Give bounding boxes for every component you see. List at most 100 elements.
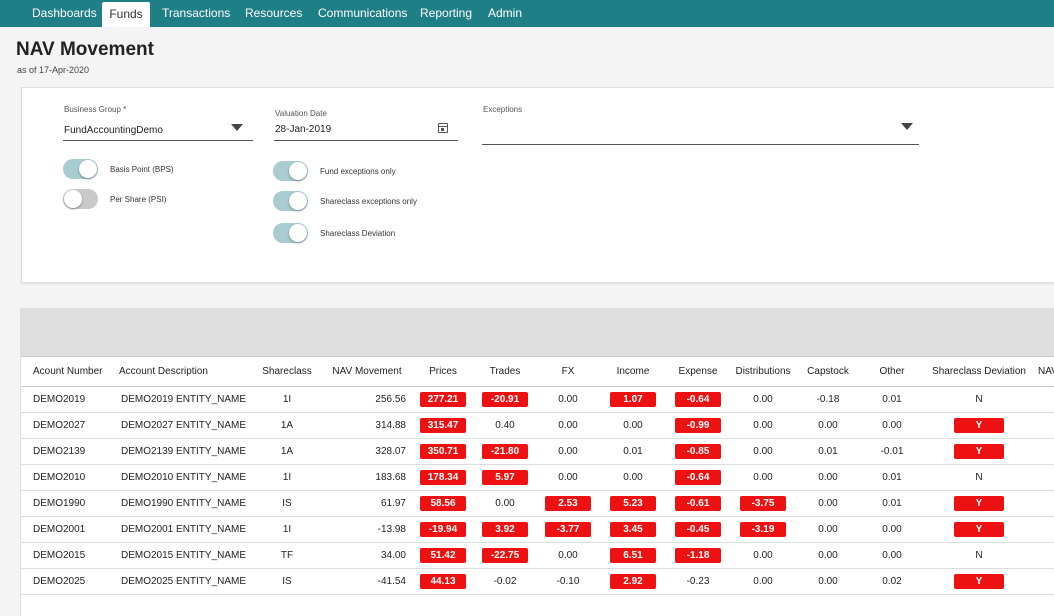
chevron-down-icon[interactable] <box>231 124 243 131</box>
tab-transactions[interactable]: Transactions <box>162 0 230 27</box>
income-cell: 0.00 <box>600 464 666 491</box>
tab-funds[interactable]: Funds <box>102 2 150 27</box>
shareclass-cell: 1A <box>252 412 322 439</box>
shareclass-exceptions-toggle[interactable] <box>273 191 308 211</box>
table-header-row: Acount Number Account Description Sharec… <box>21 356 1054 387</box>
fund-exceptions-toggle[interactable] <box>273 161 308 181</box>
other-cell: 0.01 <box>860 490 924 517</box>
exception-highlight: -0.61 <box>675 496 721 511</box>
tab-admin[interactable]: Admin <box>488 0 522 27</box>
exception-highlight: 2.92 <box>610 574 656 589</box>
capstock-cell: -0.18 <box>796 386 860 413</box>
capstock-cell: 0.00 <box>796 464 860 491</box>
toggle-knob <box>64 190 82 208</box>
nav-cell <box>1034 412 1054 439</box>
valuation-date-input[interactable]: 28-Jan-2019 <box>275 124 331 135</box>
col-header-expense[interactable]: Expense <box>666 356 730 387</box>
table-row[interactable]: DEMO2027 DEMO2027 ENTITY_NAME 1A 314.88 315.… <box>21 412 1054 439</box>
other-cell: 0.00 <box>860 516 924 543</box>
shareclass-deviation-cell: Y <box>924 412 1034 439</box>
prices-cell: 315.47 <box>412 412 474 439</box>
filter-panel: Business Group * FundAccountingDemo Valu… <box>21 87 1054 283</box>
exception-highlight: 178.34 <box>420 470 466 485</box>
bps-toggle[interactable] <box>63 159 98 179</box>
income-cell: 0.01 <box>600 438 666 465</box>
table-row[interactable]: DEMO1990 DEMO1990 ENTITY_NAME IS 61.97 58.56… <box>21 490 1054 517</box>
col-header-trades[interactable]: Trades <box>474 356 536 387</box>
toggle-knob <box>289 192 307 210</box>
nav-cell <box>1034 464 1054 491</box>
exception-highlight: -3.19 <box>740 522 786 537</box>
other-cell: -0.01 <box>860 438 924 465</box>
toggle-knob <box>289 224 307 242</box>
exception-highlight: 51.42 <box>420 548 466 563</box>
exception-highlight: Y <box>954 418 1004 433</box>
page-title: NAV Movement <box>16 39 154 60</box>
prices-cell: 277.21 <box>412 386 474 413</box>
exception-highlight: Y <box>954 444 1004 459</box>
account-description-cell: DEMO2010 ENTITY_NAME <box>117 464 252 491</box>
expense-cell: -0.64 <box>666 386 730 413</box>
prices-cell: 51.42 <box>412 542 474 569</box>
table-row[interactable]: DEMO2015 DEMO2015 ENTITY_NAME TF 34.00 51.42… <box>21 542 1054 569</box>
expense-cell: -0.45 <box>666 516 730 543</box>
tab-dashboards[interactable]: Dashboards <box>32 0 97 27</box>
nav-cell <box>1034 568 1054 595</box>
business-group-select[interactable]: FundAccountingDemo <box>64 125 163 136</box>
col-header-nav-movement[interactable]: NAV Movement <box>322 356 412 387</box>
col-header-account-description[interactable]: Account Description <box>117 356 252 387</box>
income-cell: 1.07 <box>600 386 666 413</box>
col-header-shareclass[interactable]: Shareclass <box>252 356 322 387</box>
chevron-down-icon[interactable] <box>901 123 913 130</box>
col-header-income[interactable]: Income <box>600 356 666 387</box>
exception-highlight: 58.56 <box>420 496 466 511</box>
tab-resources[interactable]: Resources <box>245 0 302 27</box>
exception-highlight: 315.47 <box>420 418 466 433</box>
exception-highlight: -0.85 <box>675 444 721 459</box>
shareclass-cell: IS <box>252 490 322 517</box>
shareclass-deviation-toggle[interactable] <box>273 223 308 243</box>
distributions-cell: 0.00 <box>730 412 796 439</box>
col-header-capstock[interactable]: Capstock <box>796 356 860 387</box>
table-row[interactable]: DEMO2019 DEMO2019 ENTITY_NAME 1I 256.56 277.… <box>21 386 1054 413</box>
exception-highlight: 5.23 <box>610 496 656 511</box>
col-header-shareclass-deviation[interactable]: Shareclass Deviation <box>924 356 1034 387</box>
exception-highlight: 3.92 <box>482 522 528 537</box>
col-header-distributions[interactable]: Distributions <box>730 356 796 387</box>
table-row[interactable]: DEMO2010 DEMO2010 ENTITY_NAME 1I 183.68 178.… <box>21 464 1054 491</box>
col-header-prices[interactable]: Prices <box>412 356 474 387</box>
exception-highlight: -21.80 <box>482 444 528 459</box>
tab-reporting[interactable]: Reporting <box>420 0 472 27</box>
shareclass-cell: 1I <box>252 516 322 543</box>
exception-highlight: Y <box>954 522 1004 537</box>
fx-cell: 0.00 <box>536 464 600 491</box>
nav-movement-grid: Acount Number Account Description Sharec… <box>20 356 1054 616</box>
exception-highlight: 350.71 <box>420 444 466 459</box>
table-row[interactable]: DEMO2001 DEMO2001 ENTITY_NAME 1I -13.98 -19.… <box>21 516 1054 543</box>
tab-communications[interactable]: Communications <box>318 0 407 27</box>
table-row[interactable]: DEMO2025 DEMO2025 ENTITY_NAME IS -41.54 44.1… <box>21 568 1054 595</box>
exception-highlight: 3.45 <box>610 522 656 537</box>
table-row[interactable]: DEMO2139 DEMO2139 ENTITY_NAME 1A 328.07 350.… <box>21 438 1054 465</box>
exception-highlight: -0.64 <box>675 392 721 407</box>
expense-cell: -0.85 <box>666 438 730 465</box>
capstock-cell: 0.00 <box>796 516 860 543</box>
trades-cell: 3.92 <box>474 516 536 543</box>
distributions-cell: 0.00 <box>730 542 796 569</box>
psi-toggle[interactable] <box>63 189 98 209</box>
nav-movement-cell: 256.56 <box>322 386 412 413</box>
other-cell: 0.01 <box>860 464 924 491</box>
col-header-nav[interactable]: NAV <box>1034 356 1054 387</box>
account-number-cell: DEMO1990 <box>21 490 117 517</box>
trades-cell: -22.75 <box>474 542 536 569</box>
nav-movement-table: Acount Number Account Description Sharec… <box>21 356 1054 595</box>
exception-highlight: Y <box>954 496 1004 511</box>
col-header-other[interactable]: Other <box>860 356 924 387</box>
calendar-icon[interactable] <box>438 123 448 133</box>
col-header-account-number[interactable]: Acount Number <box>21 356 117 387</box>
col-header-fx[interactable]: FX <box>536 356 600 387</box>
prices-cell: -19.94 <box>412 516 474 543</box>
fx-cell: 0.00 <box>536 412 600 439</box>
account-number-cell: DEMO2025 <box>21 568 117 595</box>
account-description-cell: DEMO2025 ENTITY_NAME <box>117 568 252 595</box>
